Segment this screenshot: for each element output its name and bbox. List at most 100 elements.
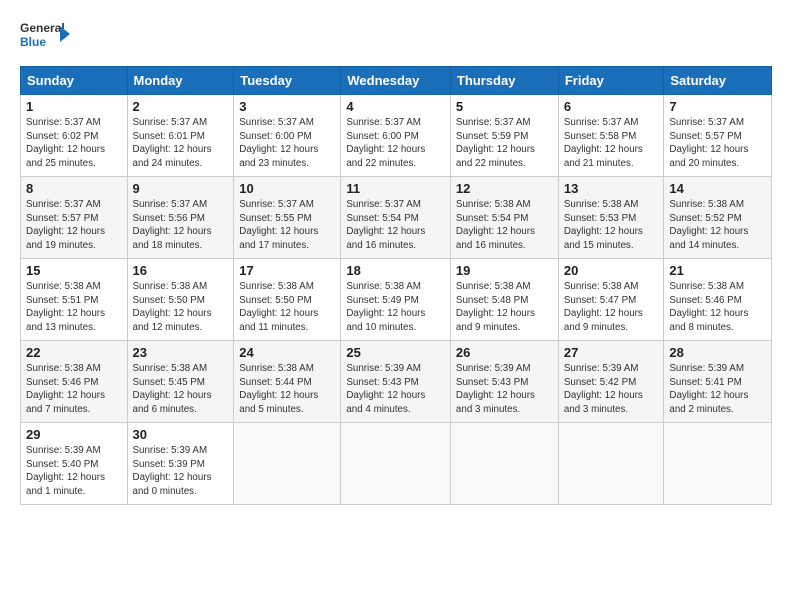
calendar-cell: 2 Sunrise: 5:37 AM Sunset: 6:01 PM Daylig…: [127, 95, 234, 177]
calendar-cell: 25Sunrise: 5:39 AM Sunset: 5:43 PM Dayli…: [341, 341, 451, 423]
calendar-week-row: 15 Sunrise: 5:38 AM Sunset: 5:51 PM Dayli…: [21, 259, 772, 341]
day-info: Sunrise: 5:38 AM Sunset: 5:54 PM Dayligh…: [456, 198, 553, 253]
calendar-week-row: 22 Sunrise: 5:38 AM Sunset: 5:46 PM Dayli…: [21, 341, 772, 423]
day-info: Sunrise: 5:37 AM Sunset: 5:55 PM Dayligh…: [239, 198, 335, 253]
calendar-cell: 1Sunrise: 5:37 AM Sunset: 6:02 PM Daylig…: [21, 95, 128, 177]
day-info: Sunrise: 5:38 AM Sunset: 5:46 PM Dayligh…: [26, 362, 122, 417]
day-number: 15: [26, 263, 122, 278]
day-info: Sunrise: 5:38 AM Sunset: 5:53 PM Dayligh…: [564, 198, 659, 253]
day-number: 8: [26, 181, 122, 196]
day-info: Sunrise: 5:39 AM Sunset: 5:43 PM Dayligh…: [346, 362, 445, 417]
day-info: Sunrise: 5:38 AM Sunset: 5:50 PM Dayligh…: [133, 280, 229, 335]
calendar-cell: 27 Sunrise: 5:39 AM Sunset: 5:42 PM Dayli…: [558, 341, 664, 423]
calendar-header-sunday: Sunday: [21, 67, 128, 95]
day-info: Sunrise: 5:39 AM Sunset: 5:43 PM Dayligh…: [456, 362, 553, 417]
day-info: Sunrise: 5:37 AM Sunset: 5:54 PM Dayligh…: [346, 198, 445, 253]
calendar-cell: 13Sunrise: 5:38 AM Sunset: 5:53 PM Dayli…: [558, 177, 664, 259]
calendar-header-friday: Friday: [558, 67, 664, 95]
calendar-header-saturday: Saturday: [664, 67, 772, 95]
calendar-cell: 9 Sunrise: 5:37 AM Sunset: 5:56 PM Daylig…: [127, 177, 234, 259]
day-number: 7: [669, 99, 766, 114]
calendar-cell: [234, 423, 341, 505]
day-number: 19: [456, 263, 553, 278]
logo: General Blue: [20, 16, 70, 58]
day-number: 24: [239, 345, 335, 360]
day-info: Sunrise: 5:37 AM Sunset: 6:01 PM Dayligh…: [133, 116, 229, 171]
day-number: 20: [564, 263, 659, 278]
calendar-header-wednesday: Wednesday: [341, 67, 451, 95]
calendar-cell: 19 Sunrise: 5:38 AM Sunset: 5:48 PM Dayli…: [450, 259, 558, 341]
day-info: Sunrise: 5:37 AM Sunset: 5:56 PM Dayligh…: [133, 198, 229, 253]
calendar-cell: 6Sunrise: 5:37 AM Sunset: 5:58 PM Daylig…: [558, 95, 664, 177]
calendar-cell: 22 Sunrise: 5:38 AM Sunset: 5:46 PM Dayli…: [21, 341, 128, 423]
calendar-cell: 5 Sunrise: 5:37 AM Sunset: 5:59 PM Daylig…: [450, 95, 558, 177]
day-number: 6: [564, 99, 659, 114]
calendar-cell: 16 Sunrise: 5:38 AM Sunset: 5:50 PM Dayli…: [127, 259, 234, 341]
day-number: 22: [26, 345, 122, 360]
day-info: Sunrise: 5:37 AM Sunset: 6:00 PM Dayligh…: [239, 116, 335, 171]
calendar-cell: 21Sunrise: 5:38 AM Sunset: 5:46 PM Dayli…: [664, 259, 772, 341]
day-info: Sunrise: 5:39 AM Sunset: 5:39 PM Dayligh…: [133, 444, 229, 499]
day-info: Sunrise: 5:37 AM Sunset: 6:00 PM Dayligh…: [346, 116, 445, 171]
calendar-cell: 14 Sunrise: 5:38 AM Sunset: 5:52 PM Dayli…: [664, 177, 772, 259]
calendar-cell: 3 Sunrise: 5:37 AM Sunset: 6:00 PM Daylig…: [234, 95, 341, 177]
calendar-cell: 8 Sunrise: 5:37 AM Sunset: 5:57 PM Daylig…: [21, 177, 128, 259]
calendar-cell: 15 Sunrise: 5:38 AM Sunset: 5:51 PM Dayli…: [21, 259, 128, 341]
calendar-cell: 26Sunrise: 5:39 AM Sunset: 5:43 PM Dayli…: [450, 341, 558, 423]
calendar-cell: 20 Sunrise: 5:38 AM Sunset: 5:47 PM Dayli…: [558, 259, 664, 341]
calendar-cell: [664, 423, 772, 505]
day-number: 17: [239, 263, 335, 278]
day-number: 4: [346, 99, 445, 114]
day-number: 3: [239, 99, 335, 114]
day-info: Sunrise: 5:38 AM Sunset: 5:45 PM Dayligh…: [133, 362, 229, 417]
calendar-cell: 10Sunrise: 5:37 AM Sunset: 5:55 PM Dayli…: [234, 177, 341, 259]
day-number: 11: [346, 181, 445, 196]
calendar-cell: 28Sunrise: 5:39 AM Sunset: 5:41 PM Dayli…: [664, 341, 772, 423]
calendar-cell: 7 Sunrise: 5:37 AM Sunset: 5:57 PM Daylig…: [664, 95, 772, 177]
day-info: Sunrise: 5:38 AM Sunset: 5:52 PM Dayligh…: [669, 198, 766, 253]
calendar-header-monday: Monday: [127, 67, 234, 95]
calendar-week-row: 8 Sunrise: 5:37 AM Sunset: 5:57 PM Daylig…: [21, 177, 772, 259]
day-info: Sunrise: 5:38 AM Sunset: 5:49 PM Dayligh…: [346, 280, 445, 335]
calendar-week-row: 1Sunrise: 5:37 AM Sunset: 6:02 PM Daylig…: [21, 95, 772, 177]
day-info: Sunrise: 5:37 AM Sunset: 5:57 PM Dayligh…: [669, 116, 766, 171]
svg-text:Blue: Blue: [20, 35, 46, 49]
calendar: SundayMondayTuesdayWednesdayThursdayFrid…: [20, 66, 772, 505]
day-info: Sunrise: 5:39 AM Sunset: 5:42 PM Dayligh…: [564, 362, 659, 417]
calendar-cell: 18 Sunrise: 5:38 AM Sunset: 5:49 PM Dayli…: [341, 259, 451, 341]
day-number: 2: [133, 99, 229, 114]
day-info: Sunrise: 5:37 AM Sunset: 5:59 PM Dayligh…: [456, 116, 553, 171]
day-number: 21: [669, 263, 766, 278]
day-number: 29: [26, 427, 122, 442]
day-number: 28: [669, 345, 766, 360]
calendar-cell: 29 Sunrise: 5:39 AM Sunset: 5:40 PM Dayli…: [21, 423, 128, 505]
day-number: 27: [564, 345, 659, 360]
calendar-cell: 17 Sunrise: 5:38 AM Sunset: 5:50 PM Dayli…: [234, 259, 341, 341]
calendar-week-row: 29 Sunrise: 5:39 AM Sunset: 5:40 PM Dayli…: [21, 423, 772, 505]
day-info: Sunrise: 5:39 AM Sunset: 5:40 PM Dayligh…: [26, 444, 122, 499]
calendar-header-thursday: Thursday: [450, 67, 558, 95]
day-number: 14: [669, 181, 766, 196]
day-number: 23: [133, 345, 229, 360]
calendar-cell: 12Sunrise: 5:38 AM Sunset: 5:54 PM Dayli…: [450, 177, 558, 259]
day-info: Sunrise: 5:38 AM Sunset: 5:44 PM Dayligh…: [239, 362, 335, 417]
day-info: Sunrise: 5:37 AM Sunset: 6:02 PM Dayligh…: [26, 116, 122, 171]
day-info: Sunrise: 5:38 AM Sunset: 5:48 PM Dayligh…: [456, 280, 553, 335]
svg-text:General: General: [20, 21, 65, 35]
day-number: 9: [133, 181, 229, 196]
day-info: Sunrise: 5:38 AM Sunset: 5:47 PM Dayligh…: [564, 280, 659, 335]
day-info: Sunrise: 5:37 AM Sunset: 5:57 PM Dayligh…: [26, 198, 122, 253]
calendar-cell: [558, 423, 664, 505]
calendar-cell: 30Sunrise: 5:39 AM Sunset: 5:39 PM Dayli…: [127, 423, 234, 505]
calendar-cell: 11 Sunrise: 5:37 AM Sunset: 5:54 PM Dayli…: [341, 177, 451, 259]
day-info: Sunrise: 5:38 AM Sunset: 5:50 PM Dayligh…: [239, 280, 335, 335]
day-number: 16: [133, 263, 229, 278]
page: General Blue SundayMondayTuesdayWednesda…: [0, 0, 792, 521]
day-info: Sunrise: 5:38 AM Sunset: 5:51 PM Dayligh…: [26, 280, 122, 335]
day-number: 18: [346, 263, 445, 278]
calendar-header-tuesday: Tuesday: [234, 67, 341, 95]
calendar-cell: [341, 423, 451, 505]
day-number: 5: [456, 99, 553, 114]
header: General Blue: [20, 16, 772, 58]
logo-svg: General Blue: [20, 16, 70, 58]
